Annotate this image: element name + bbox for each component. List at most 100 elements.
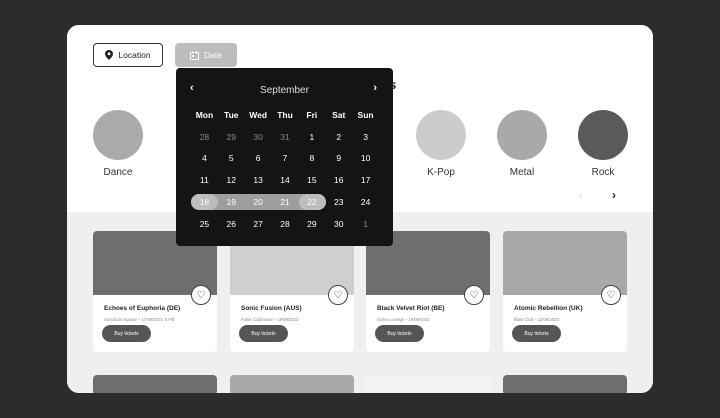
calendar-day[interactable]: 15 [298,175,325,185]
calendar-day[interactable]: 5 [218,153,245,163]
genre-image [497,110,547,160]
calendar-day-selected[interactable]: 18 [191,197,218,207]
calendar-icon [190,50,200,60]
weekday-label: Sun [357,109,374,120]
date-label: Date [204,50,222,60]
genre-image [578,110,628,160]
calendar-day[interactable]: 29 [298,219,325,229]
heart-icon[interactable]: ♡ [328,285,348,305]
calendar-day-selected[interactable]: 21 [272,197,299,207]
event-card[interactable]: ♡ Black Velvet Riot (BE) Vortex Lounge –… [366,231,490,352]
weekday-header-row: Mon Tue Wed Thu Fri Sat Sun [191,104,379,126]
genre-image [416,110,466,160]
calendar-day[interactable]: 8 [298,153,325,163]
calendar-week-row: 25 26 27 28 29 30 1 [191,213,379,235]
carousel-next-button[interactable]: › [612,188,616,202]
genre-image [93,110,143,160]
genre-label: Metal [509,167,535,178]
calendar-day[interactable]: 6 [245,153,272,163]
event-image [503,375,627,393]
calendar-day[interactable]: 14 [272,175,299,185]
heart-icon[interactable]: ♡ [464,285,484,305]
event-title: Black Velvet Riot (BE) [377,305,445,312]
calendar-day[interactable]: 29 [218,132,245,142]
calendar-day[interactable]: 30 [325,219,352,229]
genre-dance[interactable]: Dance [93,110,143,178]
calendar-day[interactable]: 2 [325,132,352,142]
weekday-label: Wed [249,109,268,120]
weekday-label: Fri [306,109,318,120]
location-filter-button[interactable]: Location [93,43,163,67]
next-month-button[interactable]: › [373,82,377,94]
carousel-prev-button[interactable]: ‹ [579,190,582,201]
calendar-grid: Mon Tue Wed Thu Fri Sat Sun 28 29 30 31 … [191,104,379,235]
event-card[interactable]: ♡ Atomic Rebellion (UK) Blast Club – 22/… [503,231,627,352]
event-subtitle: Sonorodo Square – 17/09/2023, 6 PM [104,317,175,322]
event-title: Atomic Rebellion (UK) [514,305,583,312]
calendar-day[interactable]: 17 [352,175,379,185]
calendar-day[interactable]: 30 [245,132,272,142]
weekday-label: Tue [224,109,239,120]
weekday-label: Sat [332,109,346,120]
event-image [230,375,354,393]
calendar-day[interactable]: 16 [325,175,352,185]
calendar-day[interactable]: 27 [245,219,272,229]
calendar-day[interactable]: 3 [352,132,379,142]
genre-kpop[interactable]: K-Pop [416,110,466,178]
calendar-day[interactable]: 31 [272,132,299,142]
event-image [366,375,490,393]
calendar-day[interactable]: 26 [218,219,245,229]
calendar-day[interactable]: 1 [352,219,379,229]
buy-tickets-button[interactable]: Buy tickets [102,325,151,342]
location-pin-icon [105,50,114,60]
calendar-day[interactable]: 12 [218,175,245,185]
location-label: Location [118,50,151,60]
event-card[interactable] [503,375,627,393]
calendar-day[interactable]: 4 [191,153,218,163]
calendar-day[interactable]: 11 [191,175,218,185]
genre-label: Dance [103,167,133,178]
weekday-label: Mon [195,109,214,120]
calendar-day[interactable]: 13 [245,175,272,185]
calendar-day[interactable]: 28 [272,219,299,229]
calendar-week-row-selected: 18 19 20 21 22 23 24 [191,191,379,213]
calendar-day[interactable]: 25 [191,219,218,229]
event-image [93,375,217,393]
event-card[interactable] [93,375,217,393]
event-card[interactable]: ♡ Echoes of Euphoria (DE) Sonorodo Squar… [93,231,217,352]
calendar-day[interactable]: 10 [352,153,379,163]
event-subtitle: Vortex Lounge – 19/09/2023 [377,317,430,322]
buy-tickets-button[interactable]: Buy tickets [375,325,424,342]
genre-rock[interactable]: Rock [578,110,628,178]
calendar-day-selected[interactable]: 19 [218,197,245,207]
calendar-week-row: 11 12 13 14 15 16 17 [191,169,379,191]
event-subtitle: Blast Club – 22/09/2023 [514,317,559,322]
calendar-day[interactable]: 28 [191,132,218,142]
heart-icon[interactable]: ♡ [601,285,621,305]
date-filter-button[interactable]: Date [175,43,237,67]
calendar-day[interactable]: 23 [325,197,352,207]
calendar-day[interactable]: 7 [272,153,299,163]
event-subtitle: Pulse Clubhouse – 19/09/2023 [241,317,299,322]
calendar-day[interactable]: 9 [325,153,352,163]
event-title: Echoes of Euphoria (DE) [104,305,181,312]
genre-label: K-Pop [427,167,455,178]
calendar-month-label: September [260,85,309,96]
genre-label: Rock [591,167,615,178]
buy-tickets-button[interactable]: Buy tickets [512,325,561,342]
event-card[interactable]: ♡ Sonic Fusion (AUS) Pulse Clubhouse – 1… [230,231,354,352]
calendar-week-row: 4 5 6 7 8 9 10 [191,148,379,170]
calendar-day-selected[interactable]: 20 [245,197,272,207]
event-title: Sonic Fusion (AUS) [241,305,302,312]
buy-tickets-button[interactable]: Buy tickets [239,325,288,342]
calendar-day-selected[interactable]: 22 [298,197,325,207]
calendar-week-row: 28 29 30 31 1 2 3 [191,126,379,148]
genre-metal[interactable]: Metal [497,110,547,178]
heart-icon[interactable]: ♡ [191,285,211,305]
event-card[interactable] [366,375,490,393]
event-card[interactable] [230,375,354,393]
calendar-day[interactable]: 24 [352,197,379,207]
weekday-label: Thu [277,109,293,120]
calendar-day[interactable]: 1 [298,132,325,142]
date-picker-dropdown: ‹ September › Mon Tue Wed Thu Fri Sat Su… [176,68,393,246]
